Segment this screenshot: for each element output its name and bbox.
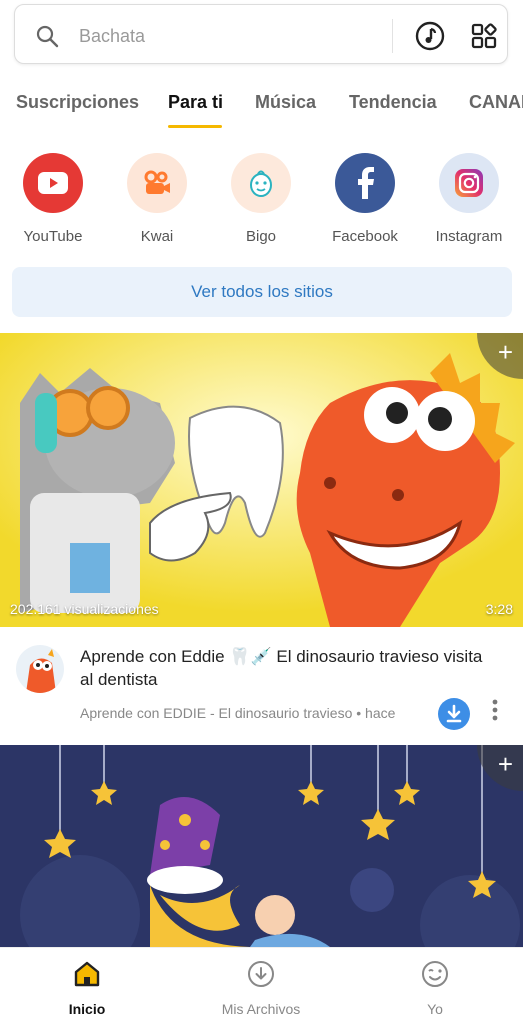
apps-grid-icon[interactable] <box>471 23 497 49</box>
site-facebook[interactable]: Facebook <box>315 150 415 245</box>
site-label: Bigo <box>245 228 277 245</box>
site-label: Instagram <box>435 228 503 245</box>
lullaby-thumbnail-art <box>0 745 523 947</box>
download-circle-icon <box>248 961 274 987</box>
smiley-icon <box>422 961 448 987</box>
site-label: YouTube <box>23 228 83 245</box>
kwai-icon <box>127 153 187 213</box>
nav-home[interactable]: Inicio <box>0 948 174 1025</box>
bigo-icon <box>231 153 291 213</box>
site-label: Facebook <box>332 228 398 245</box>
tab-tendencia[interactable]: Tendencia <box>349 92 437 113</box>
instagram-icon <box>439 153 499 213</box>
site-youtube[interactable]: YouTube <box>3 150 103 245</box>
category-tabs: Suscripciones Para ti Música Tendencia C… <box>0 80 523 130</box>
more-options-icon[interactable] <box>486 699 504 729</box>
nav-label: Inicio <box>68 1001 106 1017</box>
video-thumbnail[interactable]: + <box>0 745 523 947</box>
tab-para-ti[interactable]: Para ti <box>168 92 223 113</box>
see-all-sites-button[interactable]: Ver todos los sitios <box>12 267 512 317</box>
search-icon <box>36 25 59 48</box>
site-label: Kwai <box>140 228 174 245</box>
nav-label: Mis Archivos <box>221 1001 301 1017</box>
nav-files[interactable]: Mis Archivos <box>174 948 348 1025</box>
channel-avatar[interactable] <box>16 645 64 693</box>
view-count: 202.161 visualizaciones <box>10 601 159 617</box>
tab-canal[interactable]: CANAL <box>469 92 523 113</box>
site-kwai[interactable]: Kwai <box>107 150 207 245</box>
site-shortcuts: YouTube Kwai Bigo Facebook Instagram <box>0 150 523 250</box>
download-icon <box>446 704 462 723</box>
facebook-icon <box>335 153 395 213</box>
active-tab-indicator <box>168 125 222 128</box>
video-title[interactable]: Aprende con Eddie 🦷💉 El dinosaurio travi… <box>80 645 490 691</box>
video-info[interactable]: Aprende con Eddie 🦷💉 El dinosaurio travi… <box>0 627 523 745</box>
search-divider <box>392 19 393 53</box>
video-thumbnail[interactable]: + 202.161 visualizaciones 3:28 <box>0 333 523 627</box>
music-note-icon[interactable] <box>415 21 445 51</box>
search-input[interactable] <box>77 19 381 53</box>
site-instagram[interactable]: Instagram <box>419 150 519 245</box>
video-channel: Aprende con EDDIE - El dinosaurio travie… <box>80 705 396 721</box>
nav-label: Yo <box>427 1001 443 1017</box>
nav-me[interactable]: Yo <box>348 948 522 1025</box>
tab-musica[interactable]: Música <box>255 92 316 113</box>
search-bar[interactable] <box>14 4 508 64</box>
dinosaur-thumbnail-art <box>0 333 523 627</box>
home-icon <box>74 961 100 987</box>
site-bigo[interactable]: Bigo <box>211 150 311 245</box>
youtube-icon <box>23 153 83 213</box>
download-button[interactable] <box>438 698 470 730</box>
tab-suscripciones[interactable]: Suscripciones <box>16 92 139 113</box>
video-duration: 3:28 <box>485 601 513 617</box>
bottom-nav: Inicio Mis Archivos Yo <box>0 947 523 1025</box>
